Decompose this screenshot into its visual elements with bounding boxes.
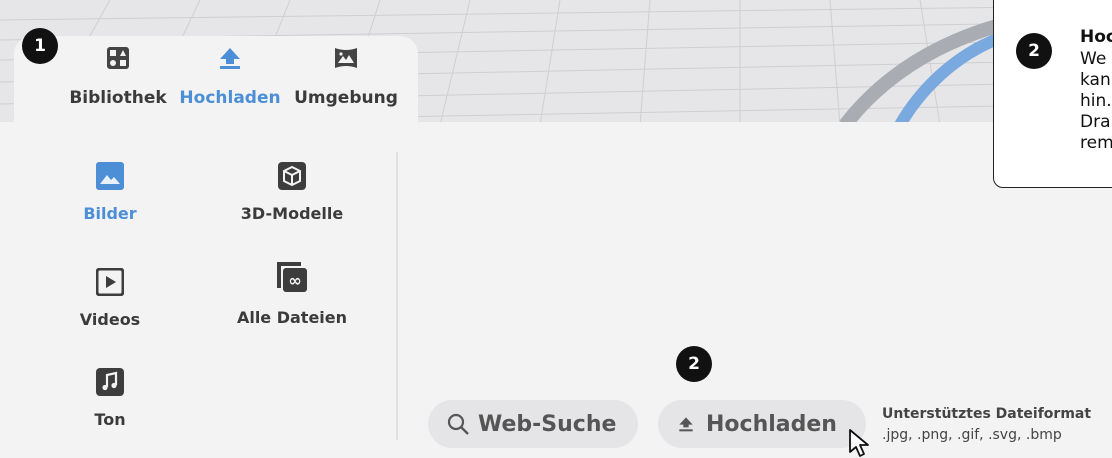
tab-bibliothek[interactable]: Bibliothek bbox=[62, 46, 174, 124]
music-note-icon bbox=[96, 368, 124, 396]
cube-icon bbox=[278, 162, 306, 190]
callout-line: kan bbox=[1080, 70, 1111, 90]
category-ton[interactable]: Ton bbox=[40, 368, 180, 429]
upload-label: Hochladen bbox=[706, 411, 837, 437]
step-badge-1: 1 bbox=[22, 28, 58, 64]
video-icon bbox=[96, 268, 124, 296]
upload-icon bbox=[220, 48, 240, 69]
image-icon bbox=[96, 162, 124, 190]
callout-line: hin. bbox=[1080, 91, 1112, 111]
panel-divider bbox=[396, 152, 398, 440]
step-badge-2: 2 bbox=[676, 346, 712, 382]
category-3d-modelle[interactable]: 3D-Modelle bbox=[222, 162, 362, 223]
supported-formats: Unterstütztes Dateiformat .jpg, .png, .g… bbox=[882, 404, 1091, 446]
category-label: Alle Dateien bbox=[236, 308, 348, 327]
svg-text:∞: ∞ bbox=[288, 271, 301, 290]
library-icon bbox=[107, 47, 129, 69]
upload-icon bbox=[679, 417, 693, 432]
category-label: Videos bbox=[79, 310, 141, 329]
web-search-button[interactable]: Web-Suche bbox=[428, 400, 638, 448]
callout-line: We bbox=[1080, 49, 1107, 69]
callout-line: Dra bbox=[1080, 112, 1111, 132]
formats-title: Unterstütztes Dateiformat bbox=[882, 406, 1092, 422]
all-files-icon: ∞ bbox=[277, 262, 307, 292]
environment-icon bbox=[335, 48, 357, 68]
tab-label: Bibliothek bbox=[69, 88, 167, 108]
tab-hochladen[interactable]: Hochladen bbox=[176, 46, 284, 124]
mouse-pointer-icon bbox=[849, 429, 869, 457]
callout-title: Hoc bbox=[1080, 27, 1112, 47]
tab-label: Hochladen bbox=[179, 88, 281, 108]
category-label: 3D-Modelle bbox=[240, 204, 344, 223]
category-bilder[interactable]: Bilder bbox=[40, 162, 180, 223]
formats-list: .jpg, .png, .gif, .svg, .bmp bbox=[882, 427, 1062, 443]
callout-line: rem bbox=[1080, 133, 1112, 153]
tab-bar: Bibliothek Hochladen Umgebung bbox=[14, 36, 418, 130]
upload-button[interactable]: Hochladen bbox=[658, 400, 866, 448]
tab-umgebung[interactable]: Umgebung bbox=[286, 46, 406, 124]
search-icon bbox=[447, 413, 469, 435]
category-alle-dateien[interactable]: ∞ Alle Dateien bbox=[222, 262, 362, 327]
category-label: Bilder bbox=[83, 204, 137, 223]
category-videos[interactable]: Videos bbox=[40, 268, 180, 329]
tab-label: Umgebung bbox=[294, 88, 398, 108]
web-search-label: Web-Suche bbox=[478, 411, 617, 437]
category-label: Ton bbox=[94, 410, 126, 429]
upload-tooltip-callout: 2 Hoc We kan hin. Dra rem bbox=[993, 0, 1112, 188]
step-badge-callout: 2 bbox=[1016, 33, 1052, 69]
callout-body: We kan hin. Dra rem bbox=[1080, 49, 1112, 154]
